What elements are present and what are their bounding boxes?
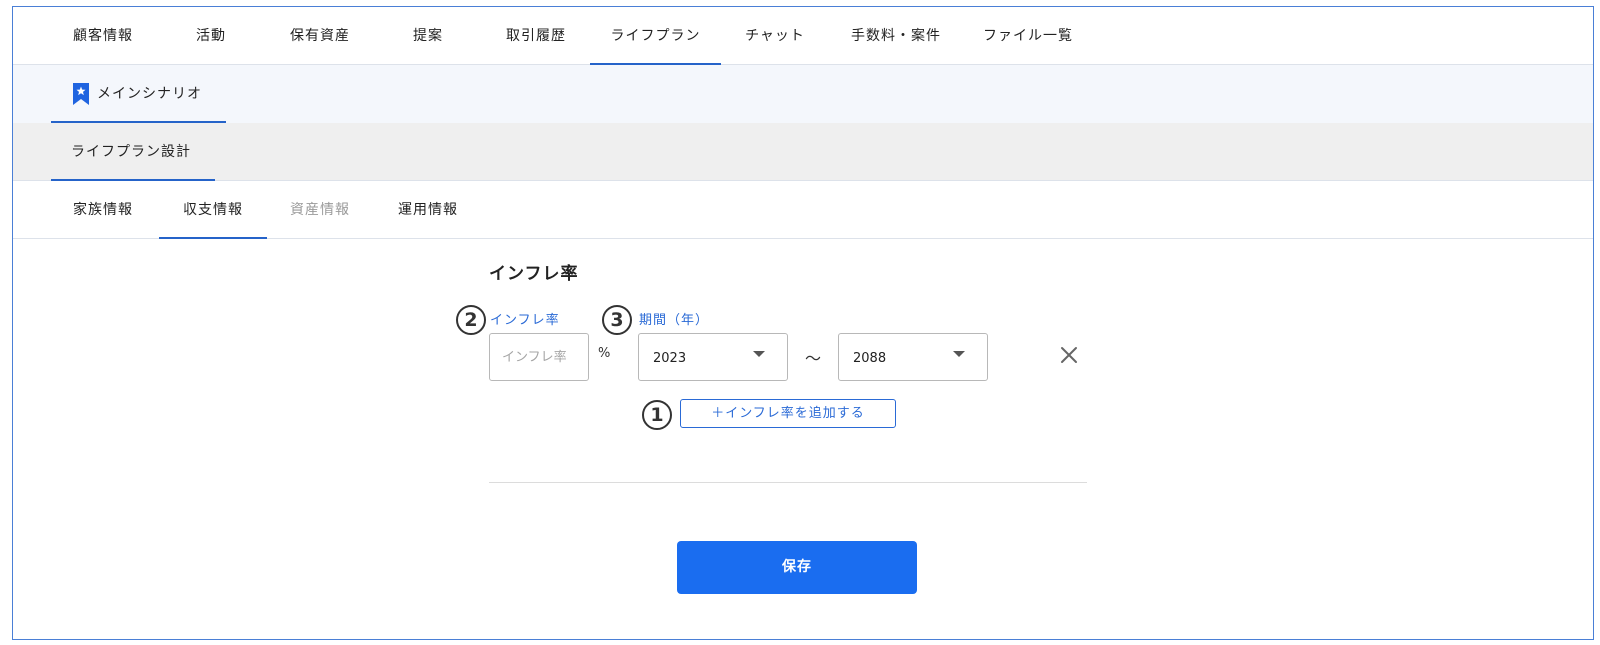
- tab-life-plan[interactable]: ライフプラン: [590, 7, 721, 65]
- divider: [489, 482, 1087, 483]
- sub-tabs: 家族情報 収支情報 資産情報 運用情報: [13, 181, 1593, 239]
- scenario-bar: メインシナリオ: [13, 65, 1593, 123]
- end-year-value: 2088: [853, 351, 887, 366]
- scenario-label: メインシナリオ: [97, 86, 202, 102]
- tab-transaction-history[interactable]: 取引履歴: [483, 7, 589, 65]
- range-separator: ～: [805, 349, 822, 368]
- plan-design-bar: ライフプラン設計: [13, 123, 1593, 181]
- app-frame: 顧客情報 活動 保有資産 提案 取引履歴 ライフプラン チャット 手数料・案件 …: [12, 6, 1594, 640]
- period-label: 期間（年）: [639, 313, 710, 328]
- tab-holdings[interactable]: 保有資産: [267, 7, 373, 65]
- plan-design-tab[interactable]: ライフプラン設計: [51, 123, 215, 181]
- subtab-income-expense[interactable]: 収支情報: [159, 181, 267, 239]
- tab-customer-info[interactable]: 顧客情報: [51, 7, 155, 65]
- start-year-select[interactable]: 2023: [638, 333, 788, 381]
- tab-fees-projects[interactable]: 手数料・案件: [835, 7, 957, 65]
- scenario-tab-main[interactable]: メインシナリオ: [51, 65, 226, 123]
- end-year-select[interactable]: 2088: [838, 333, 988, 381]
- caret-down-icon: [753, 351, 765, 357]
- percent-unit: %: [598, 346, 611, 361]
- annotation-marker-1: 1: [642, 400, 672, 430]
- tab-file-list[interactable]: ファイル一覧: [967, 7, 1089, 65]
- close-icon[interactable]: [1057, 343, 1081, 367]
- tab-chat[interactable]: チャット: [727, 7, 823, 65]
- add-inflation-rate-button[interactable]: ＋インフレ率を追加する: [680, 399, 896, 428]
- rate-input[interactable]: [489, 333, 589, 381]
- caret-down-icon: [953, 351, 965, 357]
- annotation-marker-2: 2: [456, 305, 486, 335]
- annotation-marker-3: 3: [602, 305, 632, 335]
- section-title: インフレ率: [489, 264, 579, 284]
- subtab-family-info[interactable]: 家族情報: [51, 181, 155, 239]
- start-year-value: 2023: [653, 351, 687, 366]
- save-button[interactable]: 保存: [677, 541, 917, 594]
- rate-label: インフレ率: [490, 313, 560, 328]
- bookmark-star-icon: [73, 83, 89, 105]
- top-navigation: 顧客情報 活動 保有資産 提案 取引履歴 ライフプラン チャット 手数料・案件 …: [13, 7, 1593, 65]
- tab-proposal[interactable]: 提案: [379, 7, 477, 65]
- subtab-asset-info: 資産情報: [290, 202, 350, 218]
- tab-activity[interactable]: 活動: [163, 7, 259, 65]
- subtab-investment-info[interactable]: 運用情報: [375, 181, 481, 239]
